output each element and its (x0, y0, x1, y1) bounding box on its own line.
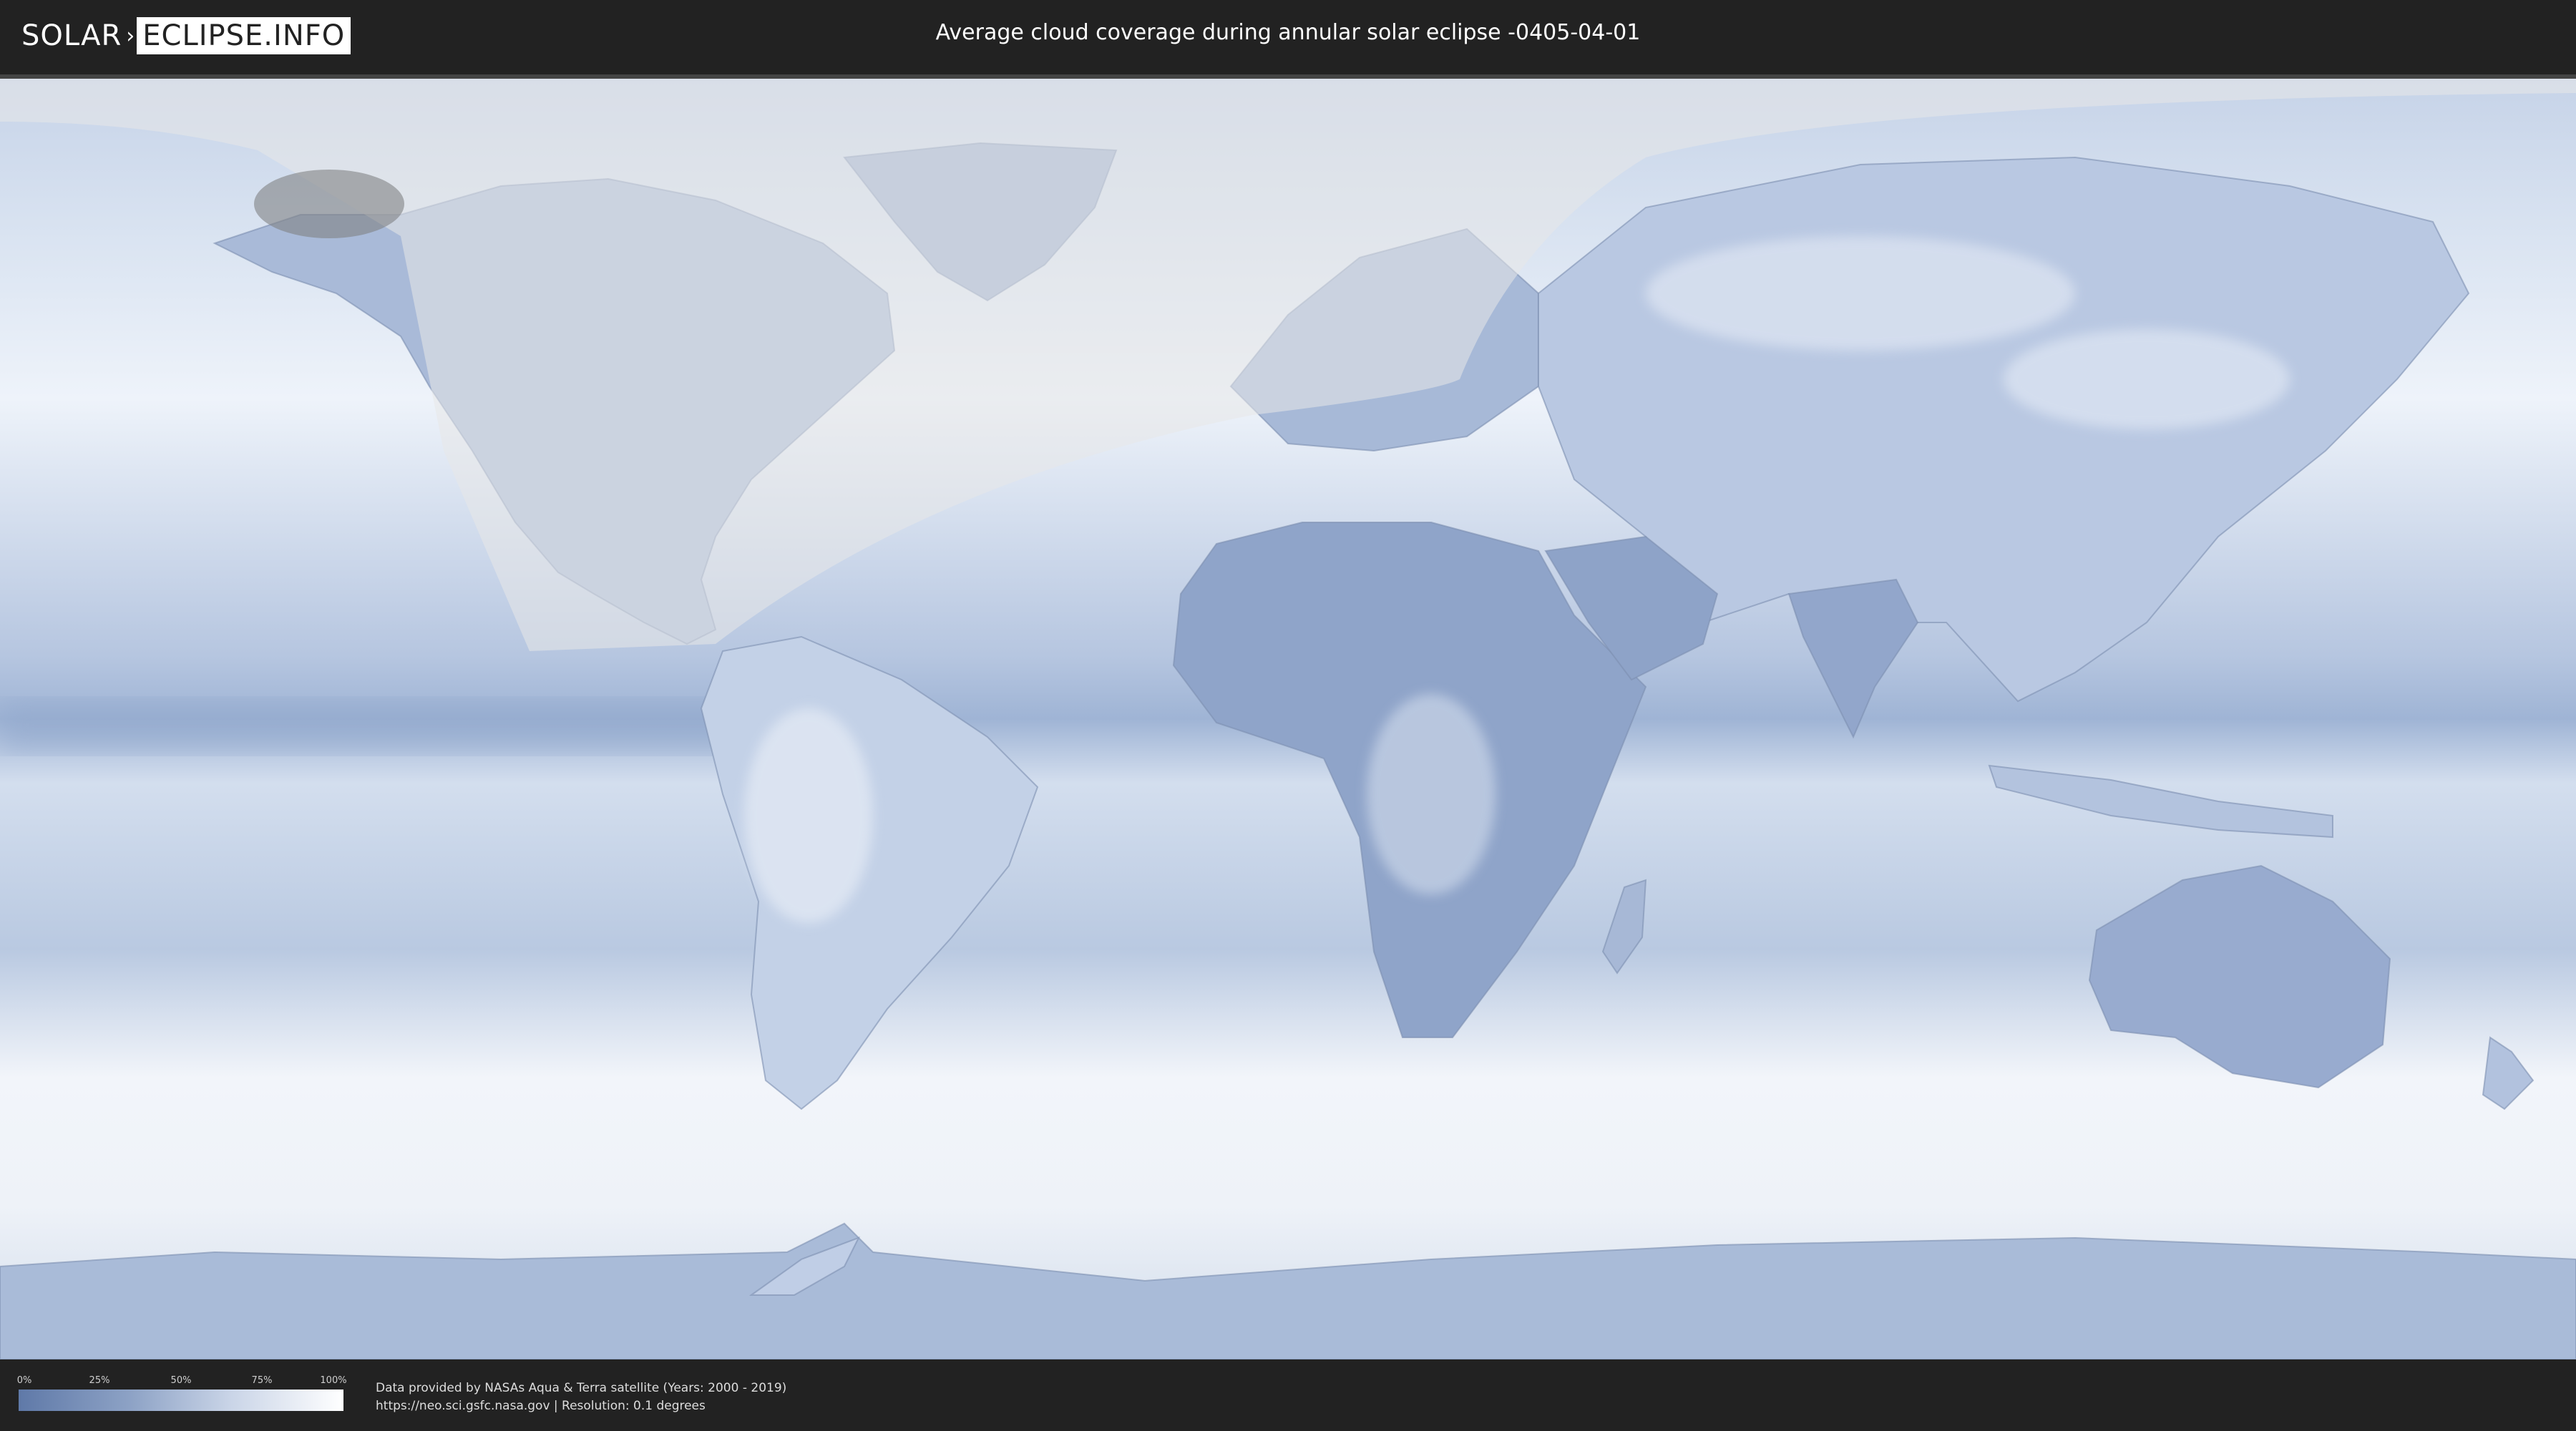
legend-ticks: 0% 25% 50% 75% 100% (16, 1375, 347, 1387)
legend-tick-100: 100% (320, 1375, 347, 1386)
legend-tick-75: 75% (251, 1375, 273, 1386)
legend-tick-50: 50% (170, 1375, 192, 1386)
legend-color-bar (19, 1390, 343, 1411)
data-credits: Data provided by NASAs Aqua & Terra sate… (376, 1379, 786, 1415)
cloud-coverage-legend: 0% 25% 50% 75% 100% (16, 1375, 347, 1415)
legend-tick-25: 25% (89, 1375, 110, 1386)
eclipse-shadow (254, 170, 404, 238)
cloud-coverage-map[interactable] (0, 74, 2576, 1361)
world-map-svg (0, 79, 2576, 1359)
legend-tick-0: 0% (16, 1375, 32, 1386)
itcz-band (0, 701, 751, 751)
credit-line-source: Data provided by NASAs Aqua & Terra sate… (376, 1381, 787, 1395)
credit-line-url[interactable]: https://neo.sci.gsfc.nasa.gov | Resoluti… (376, 1397, 786, 1415)
page-title: Average cloud coverage during annular so… (935, 20, 1641, 45)
header-bar: SOLAR › ECLIPSE.INFO Average cloud cover… (0, 0, 2576, 72)
